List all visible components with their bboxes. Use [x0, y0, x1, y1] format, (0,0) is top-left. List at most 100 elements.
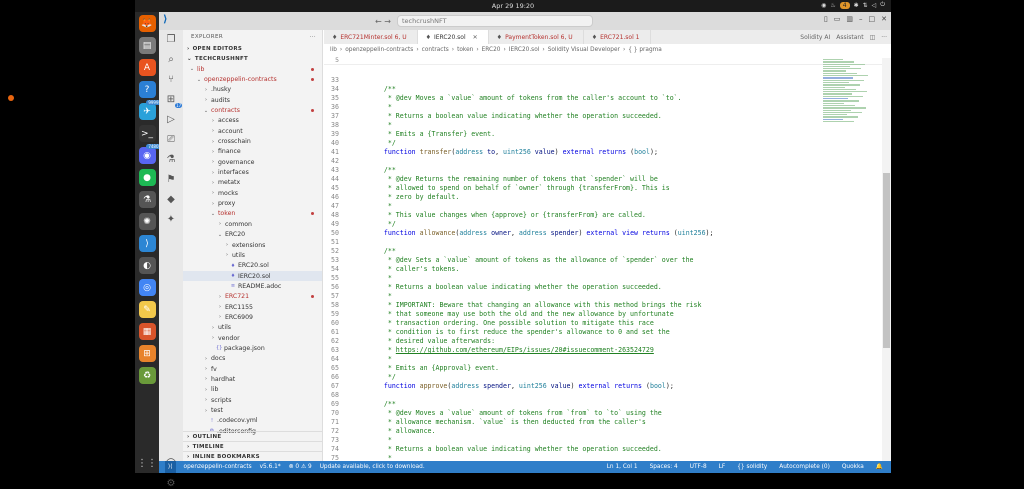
tree-item[interactable]: › mocks — [183, 188, 322, 198]
cursor-position[interactable]: Ln 1, Col 1 — [607, 464, 638, 470]
tree-item[interactable]: ! .codecov.yml — [183, 416, 322, 426]
solidity-ai-button[interactable]: Solidity AI — [800, 34, 830, 41]
encoding-status[interactable]: UTF-8 — [690, 464, 707, 470]
dock-app[interactable]: ✈ 9999 — [138, 100, 161, 120]
tree-item[interactable]: › ERC721 — [183, 292, 322, 302]
language-mode[interactable]: {} solidity — [737, 464, 767, 470]
minimap[interactable] — [823, 58, 869, 138]
breadcrumb-item[interactable]: ERC20 — [482, 47, 501, 53]
breadcrumb-item[interactable]: openzeppelin-contracts — [345, 47, 413, 53]
dock-app[interactable]: ♻ — [138, 367, 156, 384]
dock-app[interactable]: A — [138, 59, 156, 76]
tree-item[interactable]: ⌄ ERC20 — [183, 230, 322, 240]
dock-app[interactable]: ◎ — [138, 279, 156, 296]
tree-item[interactable]: ⌄ openzeppelin-contracts — [183, 74, 322, 84]
tree-item[interactable]: › scripts — [183, 395, 322, 405]
workspace-root-section[interactable]: ⌄ TECHCRUSHNFT — [183, 54, 322, 64]
minimize-button[interactable]: – — [859, 15, 863, 23]
tree-item[interactable]: › ERC6909 — [183, 312, 322, 322]
close-button[interactable]: ✕ — [881, 15, 887, 23]
system-tray[interactable]: ◉ ♨ 4 ✱ ⇅ ◁ ⏻ — [821, 1, 885, 9]
tree-item[interactable]: ♦ IERC20.sol — [183, 270, 322, 282]
ai-icon[interactable]: ✦ — [167, 214, 175, 225]
breadcrumb-item[interactable]: lib — [330, 47, 337, 53]
outline-section[interactable]: › OUTLINE — [183, 431, 322, 441]
remote-indicator[interactable]: ⟩⟨ — [165, 461, 176, 473]
command-center-search[interactable]: techcrushNFT — [397, 15, 593, 27]
eol-status[interactable]: LF — [719, 464, 726, 470]
tree-item[interactable]: › governance — [183, 157, 322, 167]
tree-item[interactable]: › common — [183, 219, 322, 229]
indentation-status[interactable]: Spaces: 4 — [650, 464, 678, 470]
search-icon[interactable]: ⌕ — [168, 54, 174, 65]
clock[interactable]: Apr 29 19:20 — [492, 2, 534, 10]
tree-item[interactable]: ≡ README.adoc — [183, 281, 322, 291]
nav-arrows[interactable]: ← → — [375, 17, 391, 26]
run-debug-icon[interactable]: ▷ — [167, 114, 175, 125]
dock-app[interactable]: ? — [138, 81, 156, 98]
dock-app[interactable]: ◉ 7480 — [138, 144, 161, 164]
tree-item[interactable]: › vendor — [183, 333, 322, 343]
app-grid-icon[interactable]: ⋮⋮ — [137, 458, 157, 469]
maximize-button[interactable]: □ — [869, 15, 876, 23]
tree-item[interactable]: › utils — [183, 323, 322, 333]
explorer-icon[interactable]: ❐ — [167, 34, 176, 45]
tree-item[interactable]: › metatx — [183, 178, 322, 188]
remote-explorer-icon[interactable]: ⎚ — [167, 134, 175, 145]
scrollbar-thumb[interactable] — [883, 173, 890, 348]
more-actions-icon[interactable]: ··· — [310, 34, 316, 40]
timeline-section[interactable]: › TIMELINE — [183, 441, 322, 451]
tree-item[interactable]: › fv — [183, 364, 322, 374]
editor-tab[interactable]: ♦ ERC721Minter.sol 6, U — [324, 30, 418, 44]
source-control-icon[interactable]: ⑂ — [168, 74, 174, 85]
assistant-button[interactable]: Assistant — [836, 34, 863, 41]
toggle-panel-icon[interactable]: ▭ — [834, 15, 841, 23]
close-icon[interactable]: ✕ — [473, 34, 478, 41]
code-view[interactable]: 33 34 /** 35 * @dev Moves a `value` amount… — [324, 75, 824, 462]
testing-icon[interactable]: ⚗ — [167, 154, 176, 165]
code-token[interactable]: https://github.com/ethereum/EIPs/issues/… — [396, 346, 654, 354]
dock-app[interactable]: ● — [138, 169, 156, 186]
layout-icon[interactable]: ▥ — [846, 15, 853, 23]
tree-item[interactable]: › hardhat — [183, 374, 322, 384]
tree-item[interactable]: › ERC1155 — [183, 302, 322, 312]
breadcrumb-item[interactable]: contracts — [422, 47, 449, 53]
steam-icon[interactable]: ♨ — [830, 2, 835, 9]
tray-badge[interactable]: 4 — [839, 1, 850, 9]
tree-item[interactable]: › crosschain — [183, 136, 322, 146]
editor-tab[interactable]: ♦ ERC721.sol 1 — [584, 30, 651, 44]
dock-app[interactable]: >_ — [138, 125, 156, 142]
dock-app[interactable]: ✎ — [138, 301, 156, 318]
dock-app[interactable]: 🦊 — [138, 15, 156, 32]
editor-tab[interactable]: ♦ PaymentToken.sol 6, U — [489, 30, 584, 44]
dock-app[interactable]: ▦ — [138, 323, 156, 340]
dock-app[interactable]: ⊞ — [138, 345, 156, 362]
tree-item[interactable]: › utils — [183, 250, 322, 260]
tree-item[interactable]: › test — [183, 405, 322, 415]
tree-item[interactable]: › proxy — [183, 198, 322, 208]
tree-item[interactable]: ⌄ contracts — [183, 105, 322, 115]
tree-item[interactable]: ♦ ERC20.sol — [183, 261, 322, 271]
bookmark-icon[interactable]: ⚑ — [167, 174, 176, 185]
editor-scrollbar[interactable] — [882, 58, 891, 461]
volume-icon[interactable]: ◁ — [872, 2, 877, 9]
solidity-icon[interactable]: ◆ — [167, 194, 175, 205]
manage-gear-icon[interactable]: ⚙ — [167, 478, 176, 489]
quokka-status[interactable]: Quokka — [842, 464, 864, 470]
dock-app[interactable]: ◐ — [138, 257, 156, 274]
breadcrumb-item[interactable]: { } pragma — [628, 47, 662, 53]
open-editors-section[interactable]: › OPEN EDITORS — [183, 44, 322, 54]
tree-item[interactable]: ⌄ token — [183, 209, 322, 219]
more-actions-icon[interactable]: ··· — [881, 34, 887, 41]
version-status[interactable]: v5.6.1* — [260, 464, 281, 470]
breadcrumb-item[interactable]: IERC20.sol — [509, 47, 540, 53]
power-icon[interactable]: ⏻ — [880, 1, 885, 9]
update-notice[interactable]: Update available, click to download. — [320, 464, 425, 470]
dock-app[interactable]: ▤ — [138, 37, 156, 54]
tree-item[interactable]: › finance — [183, 147, 322, 157]
tree-item[interactable]: › docs — [183, 354, 322, 364]
tree-item[interactable]: › interfaces — [183, 167, 322, 177]
problems-status[interactable]: ⊗ 0 ⚠ 9 — [289, 464, 312, 470]
branch-status[interactable]: openzeppelin-contracts — [184, 464, 252, 470]
tree-item[interactable]: › account — [183, 126, 322, 136]
